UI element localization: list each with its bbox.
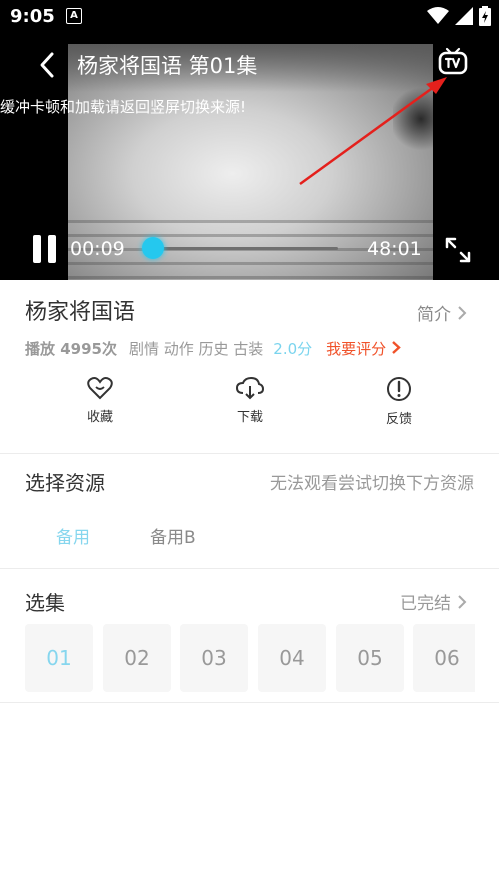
divider bbox=[0, 453, 499, 454]
episode-item[interactable]: 04 bbox=[258, 624, 326, 692]
feedback-button[interactable]: 反馈 bbox=[359, 376, 439, 427]
feedback-label: 反馈 bbox=[385, 412, 412, 427]
total-time: 48:01 bbox=[367, 238, 422, 260]
pause-icon bbox=[33, 235, 56, 263]
source-section-title: 选择资源 bbox=[25, 471, 105, 495]
tv-icon bbox=[438, 47, 468, 75]
favorite-label: 收藏 bbox=[86, 410, 113, 425]
episode-item[interactable]: 06 bbox=[413, 624, 475, 692]
chevron-right-icon bbox=[458, 305, 467, 320]
episode-item[interactable]: 03 bbox=[180, 624, 248, 692]
episode-item[interactable]: 05 bbox=[336, 624, 404, 692]
genre-tags: 剧情 动作 历史 古装 bbox=[128, 340, 264, 358]
pause-button[interactable] bbox=[30, 232, 60, 266]
status-icons bbox=[427, 6, 491, 26]
status-time: 9:05 bbox=[10, 6, 55, 27]
heart-icon bbox=[87, 377, 113, 400]
source-hint: 无法观看尝试切换下方资源 bbox=[270, 474, 474, 494]
cloud-download-icon bbox=[235, 376, 265, 400]
action-row: 收藏 下载 反馈 bbox=[0, 376, 499, 436]
signal-icon bbox=[455, 7, 473, 25]
current-time: 00:09 bbox=[70, 238, 125, 260]
favorite-button[interactable]: 收藏 bbox=[60, 376, 140, 425]
show-title: 杨家将国语 bbox=[25, 300, 136, 325]
episode-list: 01 02 03 04 05 06 bbox=[25, 624, 475, 692]
alert-icon bbox=[387, 377, 411, 401]
show-meta: 播放 4995次 剧情 动作 历史 古装 2.0分 我要评分 bbox=[25, 338, 401, 359]
battery-icon bbox=[479, 6, 491, 26]
episode-item[interactable]: 01 bbox=[25, 624, 93, 692]
back-button[interactable] bbox=[30, 48, 64, 82]
rate-link[interactable]: 我要评分 bbox=[326, 338, 401, 359]
rate-label: 我要评分 bbox=[326, 340, 387, 358]
score: 2.0分 bbox=[273, 340, 313, 358]
expand-icon bbox=[445, 237, 471, 263]
intro-label: 简介 bbox=[417, 305, 451, 325]
download-button[interactable]: 下载 bbox=[210, 376, 290, 425]
buffer-notice: 缓冲卡顿和加载请返回竖屏切换来源! bbox=[0, 98, 247, 116]
source-option-1[interactable]: 备用 bbox=[56, 523, 90, 548]
seek-handle[interactable] bbox=[142, 237, 164, 259]
video-player[interactable]: 杨家将国语 第01集 缓冲卡顿和加载请返回竖屏切换来源! 00:09 48:01 bbox=[0, 32, 499, 280]
episodes-status: 已完结 bbox=[400, 594, 451, 614]
source-option-2[interactable]: 备用B bbox=[150, 523, 196, 548]
play-count: 播放 4995次 bbox=[25, 340, 117, 358]
intro-link[interactable]: 简介 bbox=[417, 300, 467, 325]
chevron-left-icon bbox=[40, 52, 54, 78]
episodes-status-link[interactable]: 已完结 bbox=[400, 589, 467, 614]
episodes-section-title: 选集 bbox=[25, 591, 65, 615]
tv-cast-button[interactable] bbox=[436, 46, 470, 80]
notification-icon: A bbox=[66, 8, 82, 24]
wifi-icon bbox=[427, 7, 449, 24]
divider bbox=[0, 702, 499, 703]
fullscreen-button[interactable] bbox=[442, 234, 474, 266]
download-label: 下载 bbox=[236, 410, 263, 425]
status-bar: 9:05 A bbox=[0, 0, 499, 32]
video-title: 杨家将国语 第01集 bbox=[77, 54, 258, 78]
episode-item[interactable]: 02 bbox=[103, 624, 171, 692]
chevron-right-icon bbox=[392, 341, 401, 354]
seek-bar[interactable] bbox=[150, 247, 338, 250]
divider bbox=[0, 568, 499, 569]
chevron-right-icon bbox=[458, 594, 467, 609]
